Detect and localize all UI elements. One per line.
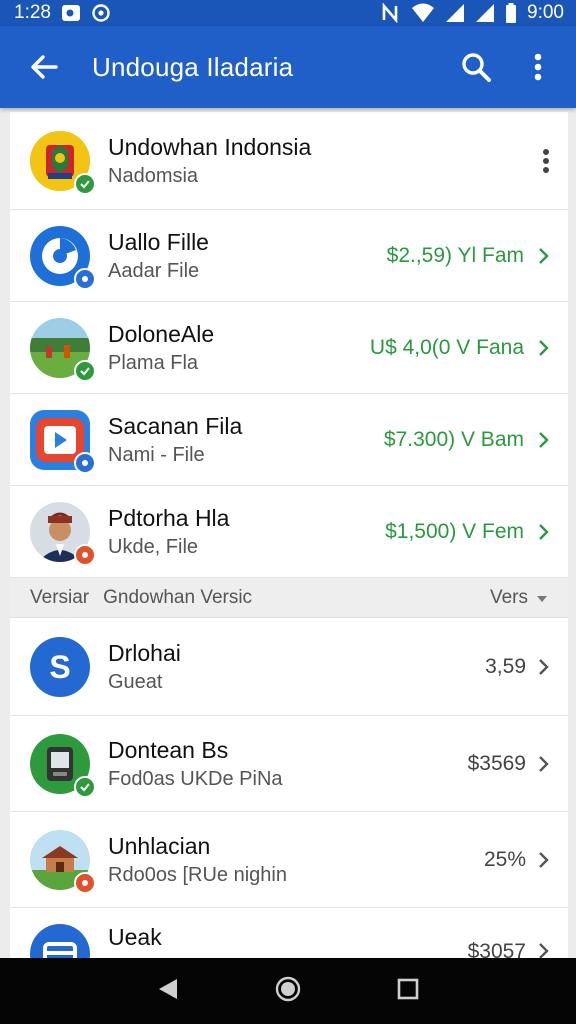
home-circle-icon[interactable]	[274, 975, 302, 1008]
chevron-right-icon[interactable]	[538, 339, 550, 357]
item-price: $2.,59) Yl Fam	[386, 243, 524, 267]
wifi-icon	[411, 3, 435, 23]
list-item[interactable]: Dontean Bs Fod0as UKDe PiNa $3569	[10, 716, 568, 812]
app-bar: Undouga Iladaria	[0, 26, 576, 108]
item-value: 25%	[483, 847, 526, 871]
blue-card-avatar	[30, 924, 90, 958]
chevron-right-icon[interactable]	[538, 755, 550, 773]
back-triangle-icon[interactable]	[157, 977, 179, 1006]
video-play-avatar	[30, 409, 96, 474]
list-item[interactable]: Sacanan Fila Nami - File $7.300) V Bam	[10, 394, 568, 486]
section-title: Gndowhan Versic	[103, 586, 253, 608]
field-photo-avatar	[30, 317, 96, 382]
status-badge	[74, 775, 96, 798]
list-item[interactable]: Pdtorha Hla Ukde, File $1,500) V Fem	[10, 486, 568, 578]
emblem-avatar	[30, 130, 96, 195]
item-subtitle: Nami - File	[108, 443, 205, 466]
item-title: DoloneAle	[108, 320, 215, 347]
item-price: U$ 4,0(0 V Fana	[369, 335, 524, 359]
status-bar: 1:28 9:00	[0, 0, 576, 26]
item-value: $3569	[467, 751, 526, 775]
item-subtitle: Aadar File	[108, 259, 200, 282]
status-badge	[74, 267, 96, 290]
house-photo-avatar	[30, 829, 96, 894]
more-vert-icon[interactable]	[542, 148, 550, 174]
item-value: $3057	[467, 940, 526, 958]
battery-icon	[505, 3, 517, 23]
chevron-right-icon[interactable]	[538, 523, 550, 541]
item-title: Undowhan Indonsia	[108, 133, 312, 160]
chevron-right-icon[interactable]	[538, 431, 550, 449]
item-title: Pdtorha Hla	[108, 504, 230, 531]
page-title: Undouga Iladaria	[92, 51, 294, 82]
status-badge	[74, 871, 96, 894]
status-badge	[74, 543, 96, 566]
person-photo-avatar	[30, 501, 96, 566]
sync-icon	[91, 3, 111, 23]
section-label: Versiar	[30, 586, 90, 608]
item-list: Undowhan Indonsia Nadomsia Uallo Fille A…	[10, 112, 568, 958]
more-vert-icon[interactable]	[516, 45, 560, 89]
list-item[interactable]: Ueak $3057	[10, 908, 568, 958]
dropdown-arrow-icon[interactable]	[536, 587, 548, 609]
status-badge	[74, 172, 96, 195]
item-subtitle: Gueat	[108, 670, 163, 693]
item-title: Uallo Fille	[108, 228, 209, 255]
item-subtitle: Plama Fla	[108, 351, 199, 374]
item-subtitle: Ukde, File	[108, 535, 199, 558]
status-clock: 9:00	[527, 2, 564, 23]
section-sort-label[interactable]: Vers	[490, 587, 528, 609]
status-badge	[74, 359, 96, 382]
item-title: Dontean Bs	[108, 736, 229, 763]
signal-icon	[475, 3, 495, 23]
item-value: 3,59	[485, 654, 526, 678]
status-badge	[74, 451, 96, 474]
blue-circle-avatar	[30, 225, 96, 290]
chevron-right-icon[interactable]	[538, 851, 550, 869]
list-item[interactable]: Unhlacian Rdo0os [RUe nighin 25%	[10, 812, 568, 908]
svg-text:S: S	[49, 649, 70, 685]
recents-square-icon[interactable]	[397, 978, 419, 1005]
notification-icon	[61, 4, 81, 22]
device-avatar	[30, 733, 96, 798]
item-subtitle: Rdo0os [RUe nighin	[108, 863, 287, 886]
item-title: Unhlacian	[108, 832, 211, 859]
item-price: $7.300) V Bam	[383, 427, 524, 451]
navigation-bar	[0, 958, 576, 1024]
s-letter-avatar: S	[30, 636, 90, 697]
item-title: Drlohai	[108, 639, 181, 666]
section-header: Versiar Gndowhan Versic Vers	[10, 578, 568, 618]
chevron-right-icon[interactable]	[538, 247, 550, 265]
item-title: Sacanan Fila	[108, 412, 243, 439]
item-subtitle: Fod0as UKDe PiNa	[108, 767, 283, 790]
item-title: Ueak	[108, 924, 162, 950]
arrow-back-icon[interactable]	[22, 45, 66, 89]
search-icon[interactable]	[454, 45, 498, 89]
status-time: 1:28	[14, 2, 51, 23]
chevron-right-icon[interactable]	[538, 658, 550, 676]
list-item[interactable]: DoloneAle Plama Fla U$ 4,0(0 V Fana	[10, 302, 568, 394]
list-item[interactable]: Uallo Fille Aadar File $2.,59) Yl Fam	[10, 210, 568, 302]
item-price: $1,500) V Fem	[385, 519, 524, 543]
list-item[interactable]: S Drlohai Gueat 3,59	[10, 618, 568, 716]
signal-icon	[445, 3, 465, 23]
list-item[interactable]: Undowhan Indonsia Nadomsia	[10, 112, 568, 210]
item-subtitle: Nadomsia	[108, 164, 199, 187]
chevron-right-icon[interactable]	[538, 942, 550, 958]
nfc-icon	[381, 3, 401, 23]
